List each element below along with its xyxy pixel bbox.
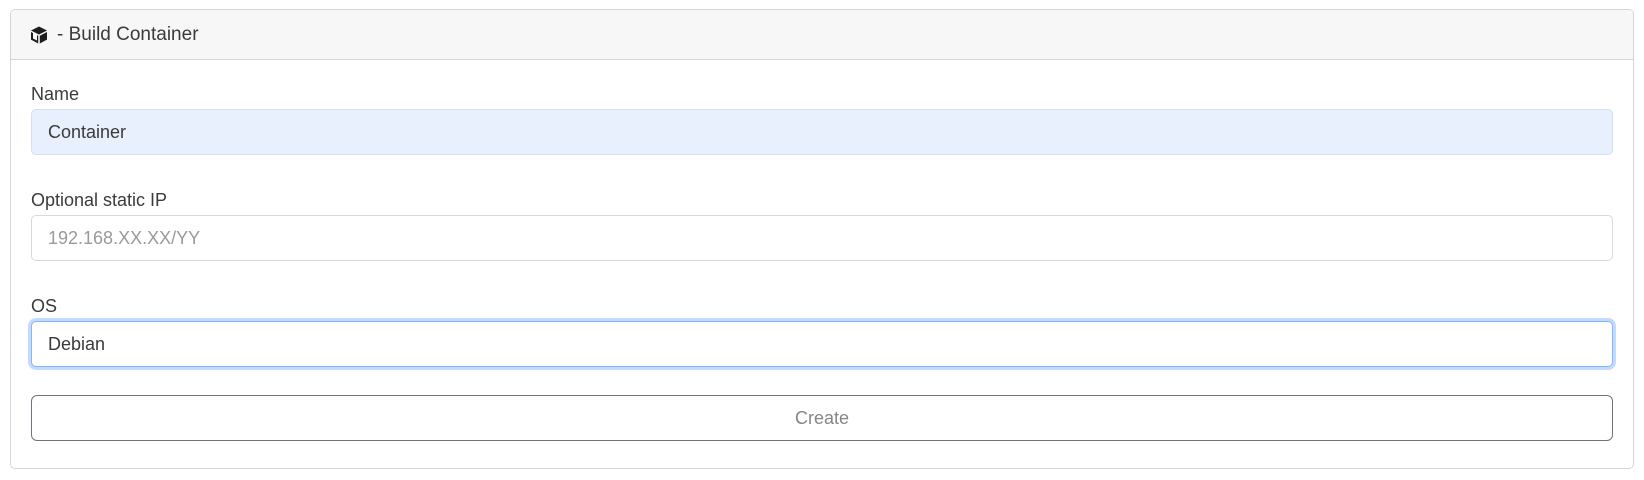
os-input[interactable]: [31, 321, 1613, 367]
os-label: OS: [31, 296, 58, 316]
static-ip-label: Optional static IP: [31, 190, 168, 210]
build-container-card: - Build Container Name Optional static I…: [10, 9, 1634, 469]
cube-icon: [29, 25, 49, 45]
name-label: Name: [31, 84, 80, 104]
name-group: Name: [31, 83, 1613, 155]
static-ip-group: Optional static IP: [31, 189, 1613, 261]
card-header: - Build Container: [11, 10, 1633, 60]
static-ip-input[interactable]: [31, 215, 1613, 261]
os-group: OS: [31, 295, 1613, 367]
name-input[interactable]: [31, 109, 1613, 155]
form: Name Optional static IP OS Create: [11, 83, 1633, 441]
card-title: - Build Container: [57, 23, 199, 45]
create-button[interactable]: Create: [31, 395, 1613, 441]
